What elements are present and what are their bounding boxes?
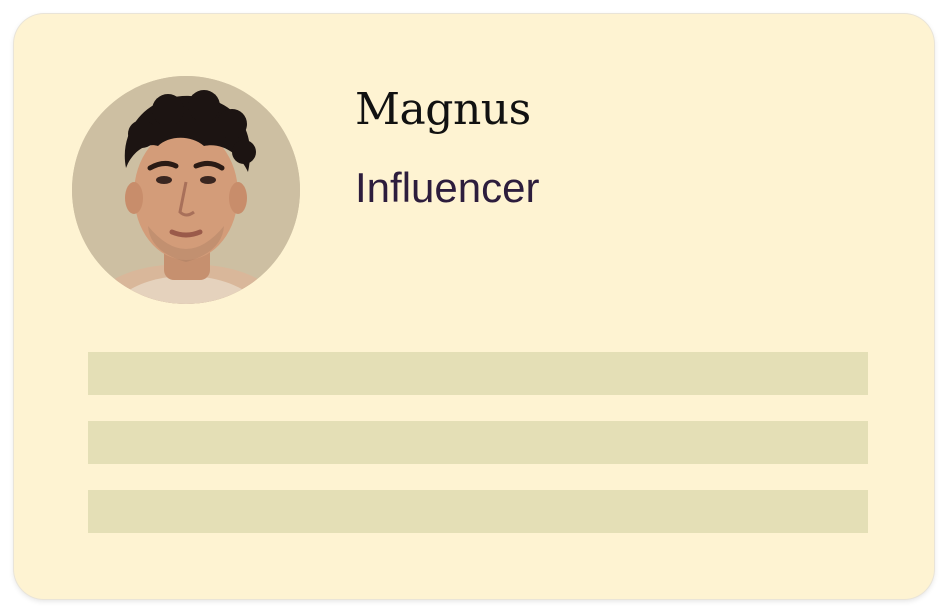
profile-role: Influencer xyxy=(355,164,540,211)
avatar xyxy=(72,76,300,304)
placeholder-bar xyxy=(88,490,868,533)
profile-card: Magnus Influencer xyxy=(14,14,934,599)
portrait-photo-icon xyxy=(72,76,300,304)
profile-name: Magnus xyxy=(355,84,531,135)
placeholder-bar xyxy=(88,352,868,395)
placeholder-bar xyxy=(88,421,868,464)
